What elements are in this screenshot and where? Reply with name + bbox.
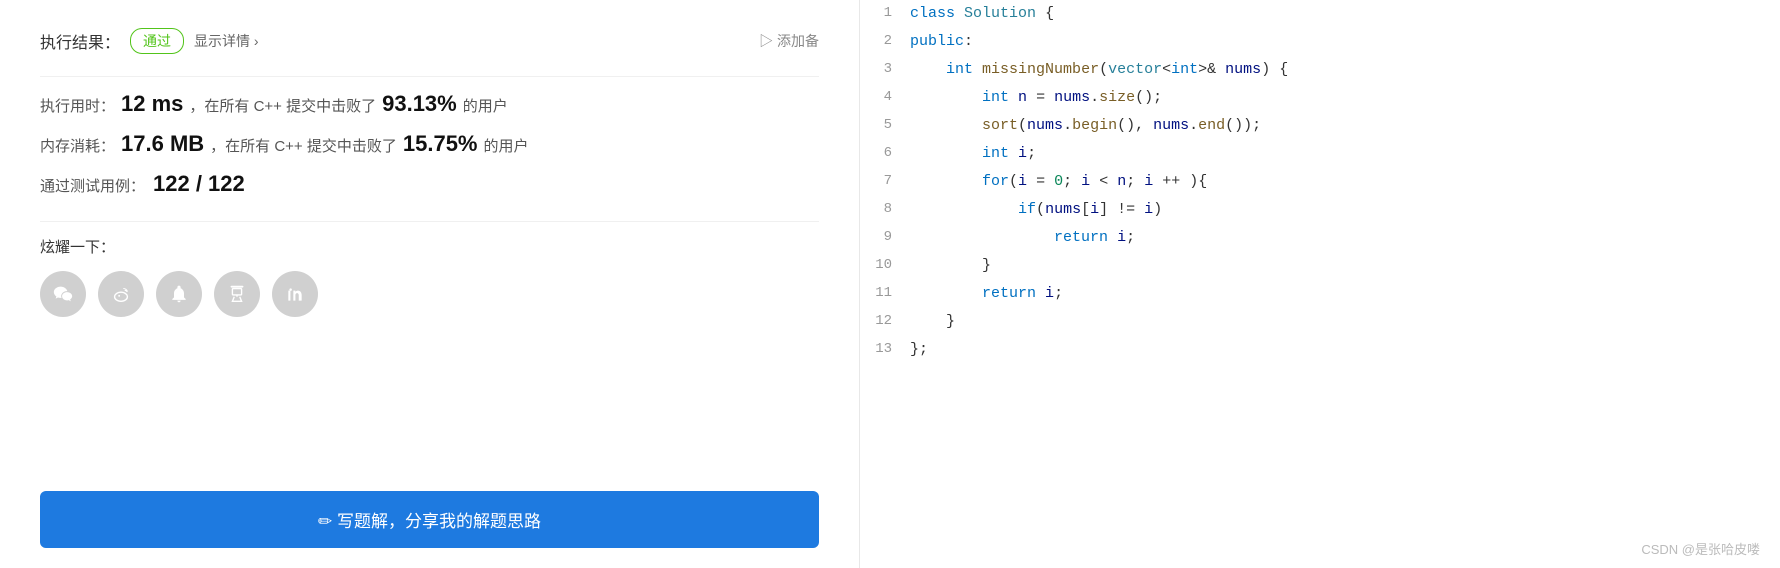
- line-code: public:: [910, 28, 1780, 56]
- test-value: 122 / 122: [153, 171, 245, 197]
- exec-time-row: 执行用时： 12 ms ，在所有 C++ 提交中击败了 93.13% 的用户: [40, 91, 819, 117]
- memory-row: 内存消耗： 17.6 MB ，在所有 C++ 提交中击败了 15.75% 的用户: [40, 131, 819, 157]
- table-row: 5 sort(nums.begin(), nums.end());: [860, 112, 1780, 140]
- line-number: 1: [860, 0, 910, 28]
- line-code: }: [910, 252, 1780, 280]
- pass-badge: 通过: [130, 28, 184, 54]
- line-code: class Solution {: [910, 0, 1780, 28]
- line-number: 5: [860, 112, 910, 140]
- exec-time-suffix: ，在所有 C++ 提交中击败了: [189, 95, 376, 116]
- exec-time-percent: 93.13%: [382, 91, 457, 117]
- table-row: 13 };: [860, 336, 1780, 364]
- table-row: 4 int n = nums.size();: [860, 84, 1780, 112]
- exec-time-end: 的用户: [463, 95, 508, 116]
- linkedin-icon[interactable]: [272, 271, 318, 317]
- line-number: 9: [860, 224, 910, 252]
- left-panel: 执行结果： 通过 显示详情 › ▷ 添加备 执行用时： 12 ms ，在所有 C…: [0, 0, 860, 568]
- line-code: int missingNumber(vector<int>& nums) {: [910, 56, 1780, 84]
- weibo-icon[interactable]: [98, 271, 144, 317]
- line-number: 12: [860, 308, 910, 336]
- line-number: 13: [860, 336, 910, 364]
- line-code: int n = nums.size();: [910, 84, 1780, 112]
- social-icons-row: [40, 271, 819, 317]
- test-case-row: 通过测试用例： 122 / 122: [40, 171, 819, 197]
- write-solution-button[interactable]: ✏ 写题解，分享我的解题思路: [40, 491, 819, 548]
- line-number: 7: [860, 168, 910, 196]
- line-code: if(nums[i] != i): [910, 196, 1780, 224]
- table-row: 12 }: [860, 308, 1780, 336]
- table-row: 6 int i;: [860, 140, 1780, 168]
- memory-label: 内存消耗：: [40, 135, 115, 156]
- line-code: for(i = 0; i < n; i ++ ){: [910, 168, 1780, 196]
- table-row: 9 return i;: [860, 224, 1780, 252]
- show-detail-link[interactable]: 显示详情 ›: [194, 31, 259, 51]
- divider-1: [40, 76, 819, 77]
- share-label: 炫耀一下：: [40, 236, 819, 257]
- result-label: 执行结果：: [40, 29, 120, 53]
- divider-2: [40, 221, 819, 222]
- table-row: 7 for(i = 0; i < n; i ++ ){: [860, 168, 1780, 196]
- memory-suffix: ，在所有 C++ 提交中击败了: [210, 135, 397, 156]
- line-number: 4: [860, 84, 910, 112]
- line-code: }: [910, 308, 1780, 336]
- table-row: 1 class Solution {: [860, 0, 1780, 28]
- table-row: 11 return i;: [860, 280, 1780, 308]
- result-row: 执行结果： 通过 显示详情 › ▷ 添加备: [40, 28, 819, 54]
- line-number: 2: [860, 28, 910, 56]
- table-row: 3 int missingNumber(vector<int>& nums) {: [860, 56, 1780, 84]
- line-code: return i;: [910, 280, 1780, 308]
- test-label: 通过测试用例：: [40, 175, 145, 196]
- douban-icon[interactable]: [214, 271, 260, 317]
- exec-time-label: 执行用时：: [40, 95, 115, 116]
- line-code: sort(nums.begin(), nums.end());: [910, 112, 1780, 140]
- line-number: 6: [860, 140, 910, 168]
- memory-end: 的用户: [484, 135, 529, 156]
- line-number: 3: [860, 56, 910, 84]
- watermark: CSDN @是张哈皮喽: [1641, 539, 1760, 558]
- table-row: 2 public:: [860, 28, 1780, 56]
- add-note-button[interactable]: ▷ 添加备: [759, 31, 819, 51]
- line-code: };: [910, 336, 1780, 364]
- exec-time-value: 12 ms: [121, 91, 183, 117]
- table-row: 8 if(nums[i] != i): [860, 196, 1780, 224]
- memory-value: 17.6 MB: [121, 131, 204, 157]
- wechat-icon[interactable]: [40, 271, 86, 317]
- line-code: int i;: [910, 140, 1780, 168]
- right-panel: 1 class Solution { 2 public: 3 int missi…: [860, 0, 1780, 568]
- notification-icon[interactable]: [156, 271, 202, 317]
- table-row: 10 }: [860, 252, 1780, 280]
- line-number: 11: [860, 280, 910, 308]
- line-code: return i;: [910, 224, 1780, 252]
- line-number: 10: [860, 252, 910, 280]
- code-area[interactable]: 1 class Solution { 2 public: 3 int missi…: [860, 0, 1780, 568]
- memory-percent: 15.75%: [403, 131, 478, 157]
- code-table: 1 class Solution { 2 public: 3 int missi…: [860, 0, 1780, 364]
- line-number: 8: [860, 196, 910, 224]
